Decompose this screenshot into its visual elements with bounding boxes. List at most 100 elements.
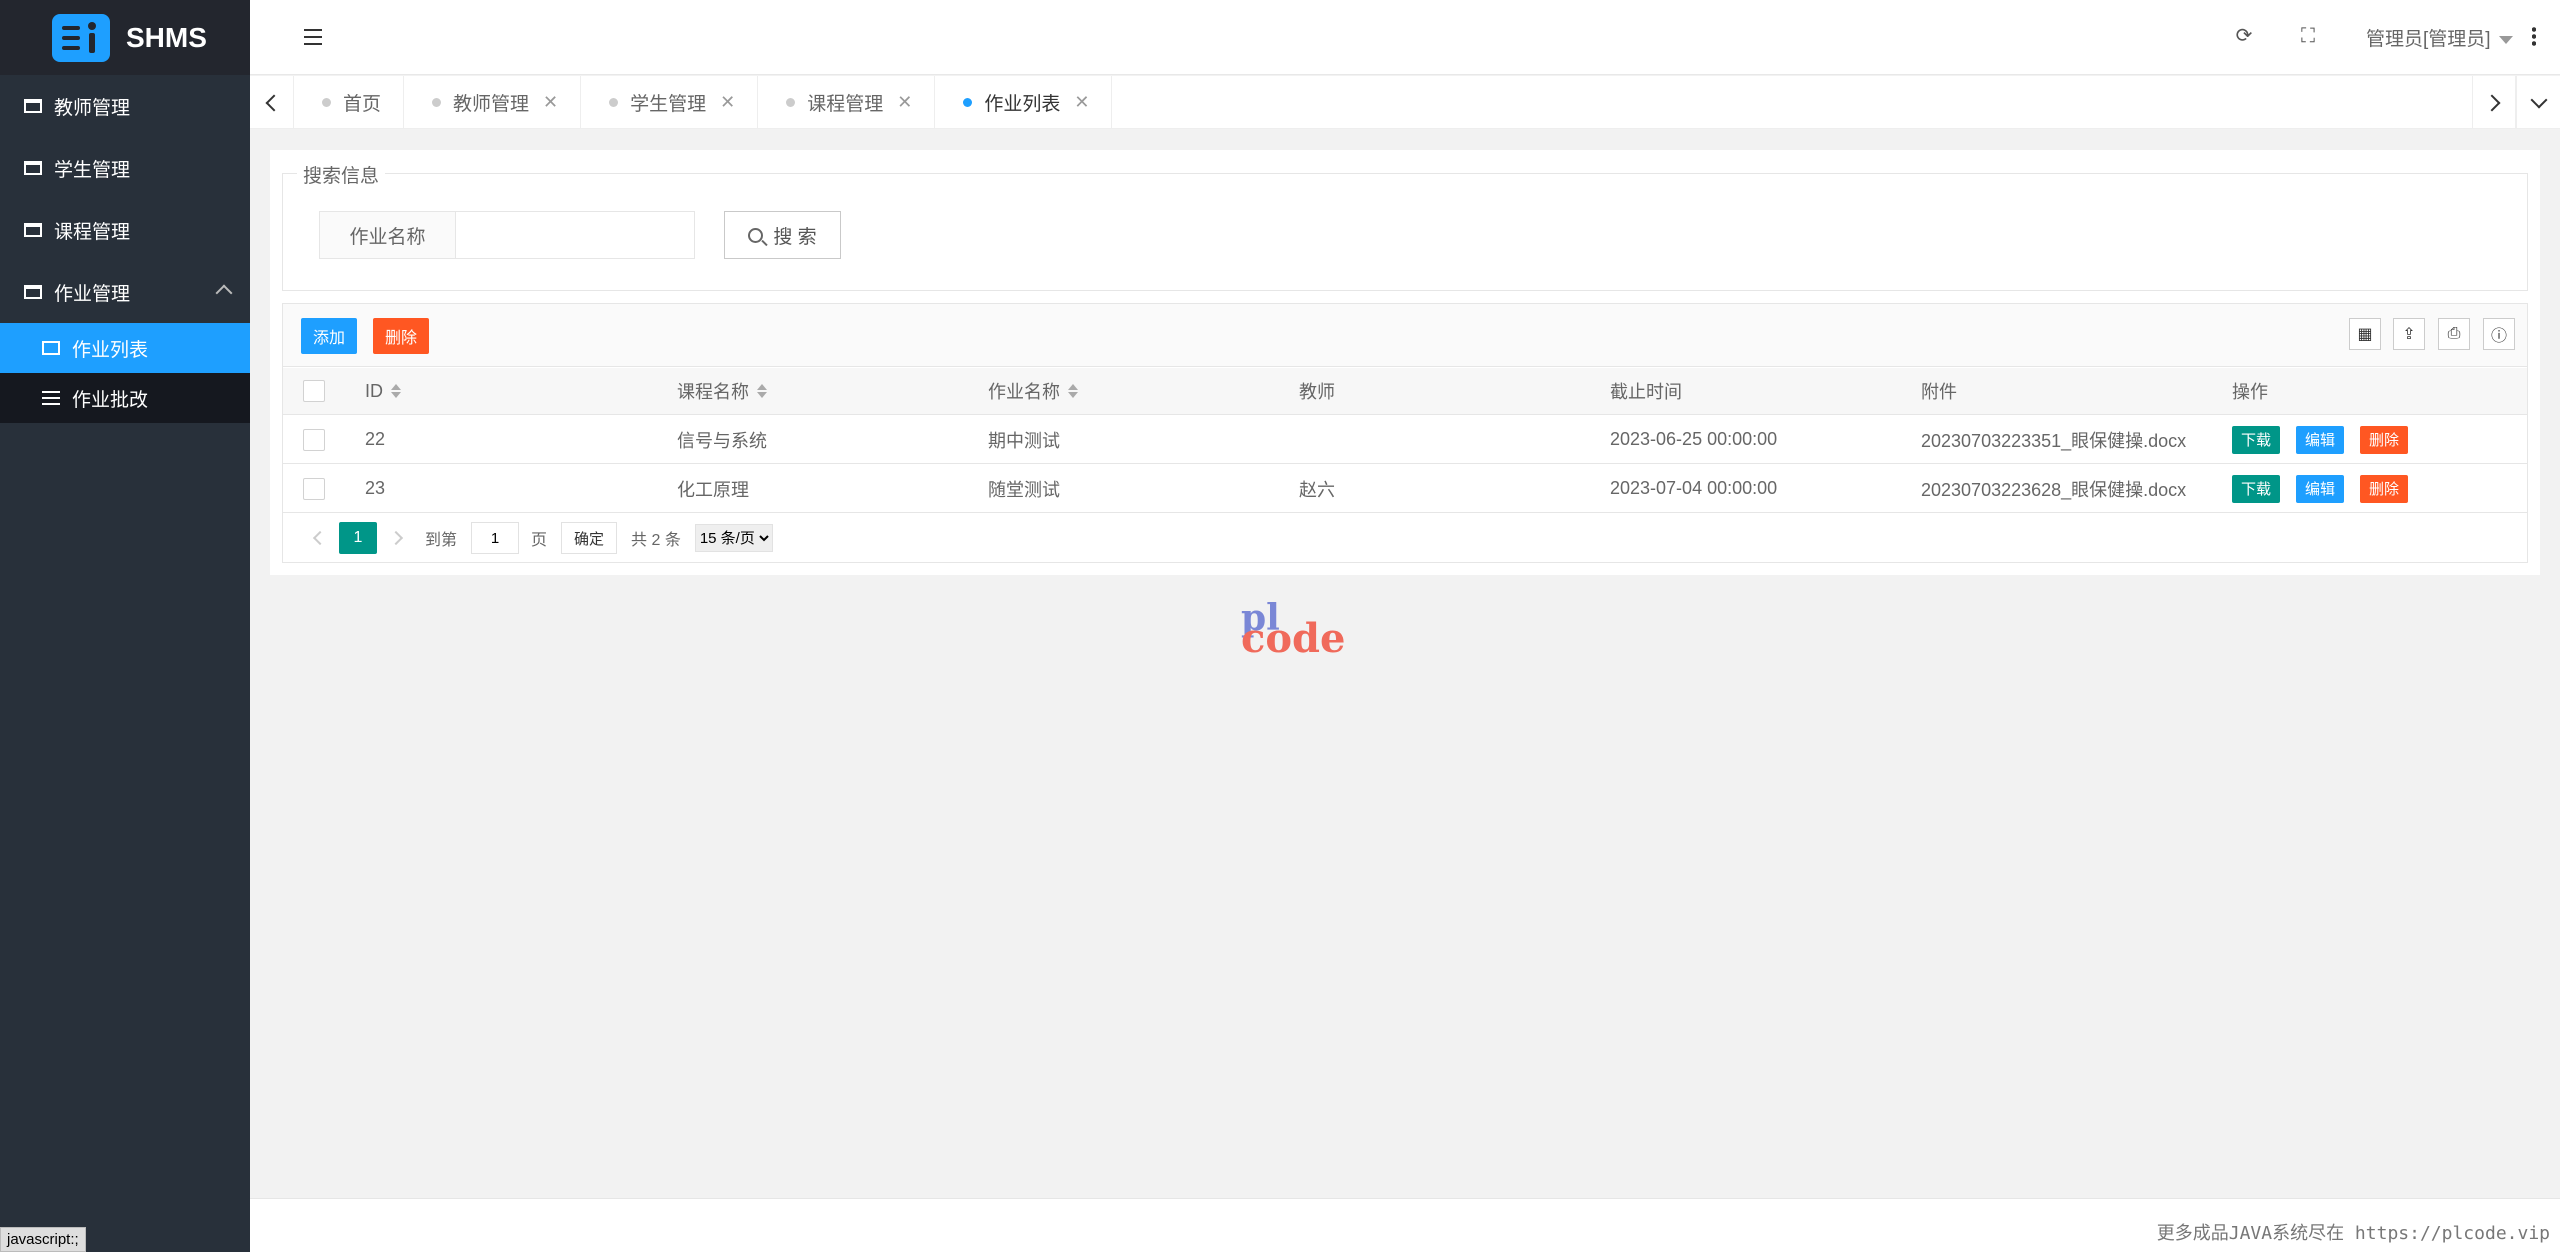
sidebar-subitem-homework-list[interactable]: 作业列表 xyxy=(0,323,250,373)
column-header-teacher: 教师 xyxy=(1299,382,1335,402)
cell-deadline: 2023-06-25 00:00:00 xyxy=(1610,429,1778,449)
tab-homework-list[interactable]: 作业列表 ✕ xyxy=(935,76,1113,129)
search-icon xyxy=(748,227,764,243)
columns-icon[interactable]: ▦ xyxy=(2349,318,2381,350)
tab-label: 教师管理 xyxy=(453,94,530,115)
table-row: 22 信号与系统 期中测试 2023-06-25 00:00:00 202307… xyxy=(283,416,2527,464)
cell-id: 23 xyxy=(365,478,386,498)
select-all-checkbox[interactable] xyxy=(303,380,325,402)
refresh-icon[interactable]: ⟳ xyxy=(2234,26,2254,46)
column-header-homework-name[interactable]: 作业名称 xyxy=(988,368,1078,414)
chevron-down-icon xyxy=(2530,91,2547,108)
window-icon xyxy=(24,99,42,113)
prev-page-icon[interactable] xyxy=(312,530,328,546)
sort-icon[interactable] xyxy=(1068,384,1078,398)
close-icon[interactable]: ✕ xyxy=(543,92,558,113)
user-name: 管理员[管理员] xyxy=(2366,29,2491,50)
sidebar-item-label: 课程管理 xyxy=(54,221,131,243)
total-count: 共 2 条 xyxy=(631,532,681,549)
fullscreen-icon[interactable]: ⛶ xyxy=(2298,26,2318,46)
row-checkbox[interactable] xyxy=(303,477,325,500)
homework-name-input[interactable] xyxy=(455,211,695,259)
info-icon[interactable]: ⓘ xyxy=(2483,318,2515,350)
current-page[interactable]: 1 xyxy=(339,522,377,554)
close-icon[interactable]: ✕ xyxy=(720,92,735,113)
row-delete-button[interactable]: 删除 xyxy=(2360,425,2409,454)
row-checkbox[interactable] xyxy=(303,428,325,451)
tab-menu-dropdown[interactable] xyxy=(2516,76,2560,129)
user-menu[interactable]: 管理员[管理员] xyxy=(2366,24,2513,51)
cell-attachment: 20230703223351_眼保健操.docx xyxy=(1921,430,2187,451)
table-row: 23 化工原理 随堂测试 赵六 2023-07-04 00:00:00 2023… xyxy=(283,465,2527,513)
more-vertical-icon[interactable] xyxy=(2532,26,2536,46)
sidebar-item-teacher[interactable]: 教师管理 xyxy=(0,75,250,137)
logo-icon xyxy=(52,13,110,62)
tab-student[interactable]: 学生管理 ✕ xyxy=(581,76,759,129)
tab-scroll-left[interactable] xyxy=(250,76,294,129)
tab-dot-icon xyxy=(786,98,796,107)
close-icon[interactable]: ✕ xyxy=(1074,92,1089,113)
data-table: 添加 删除 ▦ ⇪ ⎙ ⓘ ID 课程名称 作业名称 教师 截止时间 附件 操作… xyxy=(282,303,2528,563)
menu-lines-icon xyxy=(42,391,60,405)
cell-teacher: 赵六 xyxy=(1299,479,1335,500)
page-number-input[interactable] xyxy=(471,522,520,554)
menu-toggle-icon[interactable] xyxy=(304,29,322,45)
tab-bar: 首页 教师管理 ✕ 学生管理 ✕ 课程管理 ✕ 作业列表 ✕ xyxy=(250,76,2560,129)
window-icon xyxy=(24,285,42,299)
tab-course[interactable]: 课程管理 ✕ xyxy=(758,76,936,129)
edit-button[interactable]: 编辑 xyxy=(2296,425,2345,454)
tab-scroll-right[interactable] xyxy=(2472,76,2516,129)
download-button[interactable]: 下载 xyxy=(2232,425,2281,454)
tab-label: 学生管理 xyxy=(630,94,707,115)
logo[interactable]: SHMS xyxy=(0,0,250,75)
column-header-actions: 操作 xyxy=(2232,382,2268,402)
sidebar-item-homework[interactable]: 作业管理 xyxy=(0,261,250,323)
next-page-icon[interactable] xyxy=(388,530,404,546)
caret-down-icon xyxy=(2498,35,2513,44)
sidebar-subitem-label: 作业列表 xyxy=(72,339,149,361)
tab-dot-icon xyxy=(432,98,442,107)
window-icon xyxy=(24,161,42,175)
footer-text: 更多成品JAVA系统尽在 https://plcode.vip xyxy=(2156,1223,2550,1244)
add-button[interactable]: 添加 xyxy=(301,318,358,354)
row-delete-button[interactable]: 删除 xyxy=(2360,474,2409,503)
plcode-logo: pl code xyxy=(1241,597,1346,662)
footer: 更多成品JAVA系统尽在 https://plcode.vip xyxy=(250,1198,2560,1252)
search-field-label: 作业名称 xyxy=(319,211,456,259)
cell-course: 信号与系统 xyxy=(677,430,767,451)
edit-button[interactable]: 编辑 xyxy=(2296,474,2345,503)
print-icon[interactable]: ⎙ xyxy=(2438,318,2470,350)
download-button[interactable]: 下载 xyxy=(2232,474,2281,503)
list-icon xyxy=(42,341,60,355)
search-button[interactable]: 搜 索 xyxy=(724,211,841,259)
column-header-deadline: 截止时间 xyxy=(1610,382,1682,402)
tabs: 首页 教师管理 ✕ 学生管理 ✕ 课程管理 ✕ 作业列表 ✕ xyxy=(294,76,1113,129)
sidebar-item-label: 作业管理 xyxy=(54,283,131,305)
cell-deadline: 2023-07-04 00:00:00 xyxy=(1610,478,1778,498)
cell-homework-name: 期中测试 xyxy=(988,430,1060,451)
cell-attachment: 20230703223628_眼保健操.docx xyxy=(1921,479,2187,500)
sort-icon[interactable] xyxy=(391,384,401,398)
sidebar-item-student[interactable]: 学生管理 xyxy=(0,137,250,199)
page-size-select[interactable]: 15 条/页 xyxy=(694,524,773,552)
sidebar-subitem-label: 作业批改 xyxy=(72,389,149,411)
sidebar-item-course[interactable]: 课程管理 xyxy=(0,199,250,261)
column-header-attachment: 附件 xyxy=(1921,382,1957,402)
sidebar-submenu: 作业列表 作业批改 xyxy=(0,323,250,423)
sidebar-subitem-homework-grading[interactable]: 作业批改 xyxy=(0,373,250,423)
search-button-label: 搜 索 xyxy=(773,226,817,248)
tab-teacher[interactable]: 教师管理 ✕ xyxy=(404,76,582,129)
tab-label: 作业列表 xyxy=(984,94,1061,115)
confirm-page-button[interactable]: 确定 xyxy=(561,522,618,554)
delete-button[interactable]: 删除 xyxy=(373,318,430,354)
tab-home[interactable]: 首页 xyxy=(294,76,405,129)
close-icon[interactable]: ✕ xyxy=(897,92,912,113)
sort-icon[interactable] xyxy=(757,384,767,398)
export-icon[interactable]: ⇪ xyxy=(2393,318,2425,350)
search-fieldset: 搜索信息 作业名称 搜 索 xyxy=(282,161,2528,291)
main-card: 搜索信息 作业名称 搜 索 添加 删除 ▦ ⇪ ⎙ ⓘ ID 课程名称 作业名称… xyxy=(270,150,2540,575)
search-legend: 搜索信息 xyxy=(297,161,386,188)
column-header-course[interactable]: 课程名称 xyxy=(677,368,767,414)
column-header-id[interactable]: ID xyxy=(365,368,401,414)
cell-course: 化工原理 xyxy=(677,479,749,500)
